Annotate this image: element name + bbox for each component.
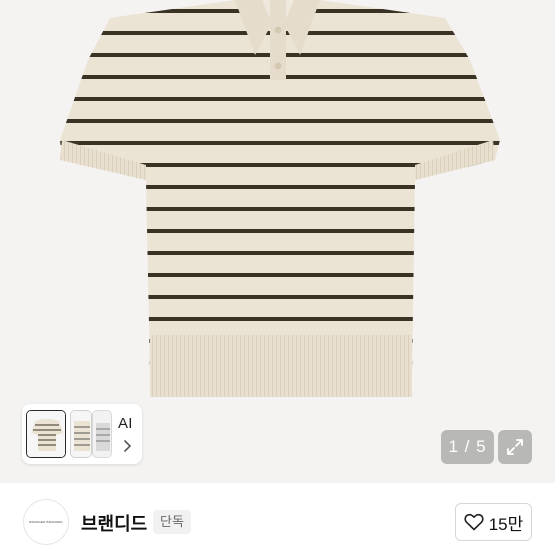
expand-icon (507, 439, 523, 455)
thumbnail-3[interactable] (92, 410, 112, 458)
heart-icon (464, 513, 484, 531)
seller-row: BRANDED BRANDED 브랜디드 단독 15만 (0, 483, 555, 555)
exclusive-badge: 단독 (153, 510, 191, 534)
ai-label: AI (118, 415, 133, 432)
like-count: 15만 (488, 514, 524, 534)
avatar-logo-text: BRANDED BRANDED (29, 520, 63, 524)
chevron-right-icon[interactable] (121, 439, 133, 453)
seller-name[interactable]: 브랜디드 (81, 510, 147, 536)
thumbnail-1[interactable] (26, 410, 66, 458)
page-indicator: 1 / 5 (441, 430, 494, 464)
product-page: AI 1 / 5 BRANDED BRANDED 브랜디드 단독 15만 (0, 0, 555, 555)
product-image-gallery[interactable]: AI 1 / 5 (0, 0, 555, 483)
thumbnail-image (27, 411, 65, 457)
thumbnail-image (71, 411, 91, 457)
seller-avatar[interactable]: BRANDED BRANDED (23, 499, 69, 545)
thumbnail-image (93, 411, 111, 457)
thumbnail-strip[interactable]: AI (22, 404, 142, 464)
like-button[interactable]: 15만 (455, 503, 532, 541)
thumbnail-2[interactable] (70, 410, 92, 458)
expand-button[interactable] (498, 430, 532, 464)
